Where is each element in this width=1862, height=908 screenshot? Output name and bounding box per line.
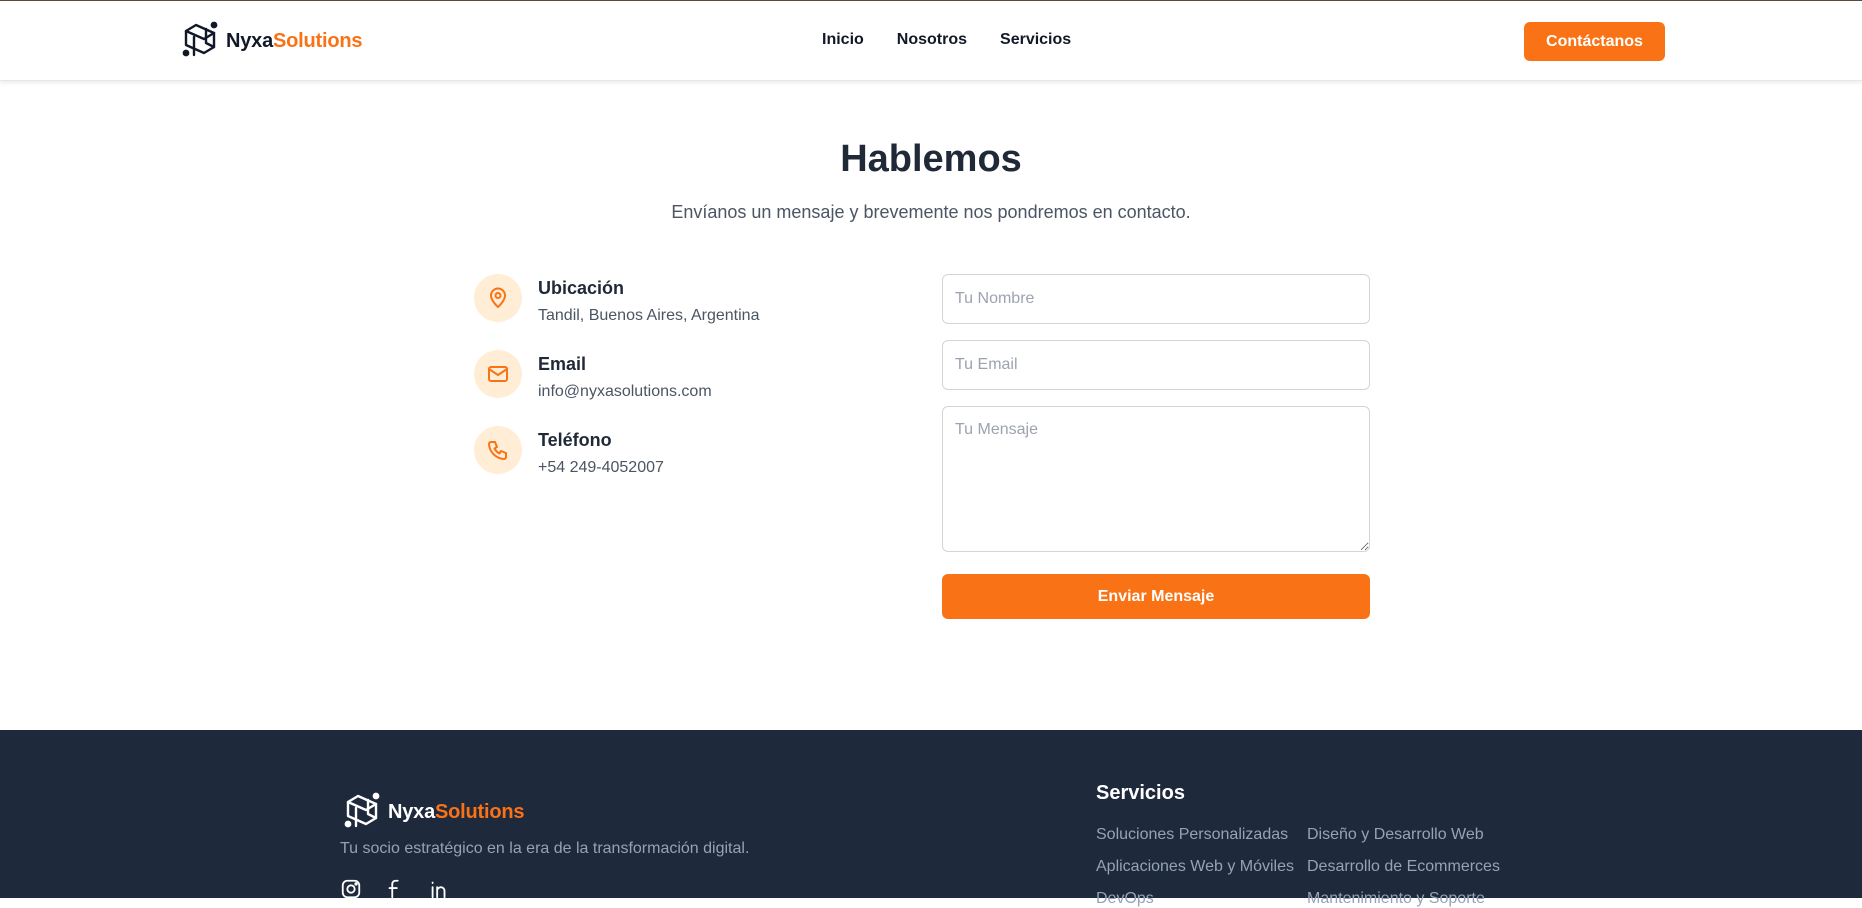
facebook-icon[interactable]: [384, 878, 408, 902]
info-value: info@nyxasolutions.com: [538, 383, 712, 400]
nav-item-inicio[interactable]: Inicio: [822, 31, 864, 49]
footer-service-link[interactable]: Soluciones Personalizadas: [1096, 826, 1288, 844]
info-title: Ubicación: [538, 278, 625, 298]
info-title: Email: [538, 354, 587, 374]
footer-tagline: Tu socio estratégico en la era de la tra…: [340, 840, 750, 857]
nyxa-logo-icon: [182, 21, 218, 57]
instagram-icon[interactable]: [340, 878, 364, 902]
contact-info-email: Email info@nyxasolutions.com: [474, 350, 712, 401]
footer-service-link[interactable]: DevOps: [1096, 890, 1154, 908]
linkedin-icon[interactable]: [428, 878, 452, 902]
footer-services-heading: Servicios: [1096, 782, 1185, 804]
message-textarea[interactable]: [942, 406, 1370, 552]
footer-service-link[interactable]: Mantenimiento y Soporte: [1307, 890, 1485, 908]
info-value: Tandil, Buenos Aires, Argentina: [538, 307, 760, 324]
phone-icon: [474, 426, 522, 474]
footer-service-link[interactable]: Aplicaciones Web y Móviles: [1096, 858, 1294, 876]
info-title: Teléfono: [538, 430, 612, 450]
nav-item-servicios[interactable]: Servicios: [1000, 31, 1071, 49]
footer-brand-logo[interactable]: NyxaSolutions: [342, 792, 525, 832]
send-message-button[interactable]: Enviar Mensaje: [942, 574, 1370, 619]
footer-service-link[interactable]: Desarrollo de Ecommerces: [1307, 858, 1500, 876]
brand-name: NyxaSolutions: [226, 29, 363, 52]
contact-info-location: Ubicación Tandil, Buenos Aires, Argentin…: [474, 274, 759, 325]
site-footer: NyxaSolutions Tu socio estratégico en la…: [0, 730, 1862, 907]
name-input[interactable]: [942, 274, 1370, 324]
nav-item-nosotros[interactable]: Nosotros: [897, 31, 967, 49]
footer-service-link[interactable]: Diseño y Desarrollo Web: [1307, 826, 1484, 844]
info-value: +54 249-4052007: [538, 459, 664, 476]
nyxa-logo-icon: [344, 792, 380, 828]
footer-brand-name: NyxaSolutions: [388, 800, 525, 823]
page-title: Hablemos: [840, 138, 1022, 180]
page-subtitle: Envíanos un mensaje y brevemente nos pon…: [671, 202, 1191, 222]
mail-icon: [474, 350, 522, 398]
social-links: [340, 878, 452, 902]
site-header: NyxaSolutions Inicio Nosotros Servicios …: [0, 1, 1862, 81]
map-pin-icon: [474, 274, 522, 322]
brand-logo[interactable]: NyxaSolutions: [180, 21, 363, 61]
email-input[interactable]: [942, 340, 1370, 390]
contact-cta-button[interactable]: Contáctanos: [1524, 22, 1665, 61]
contact-info-phone: Teléfono +54 249-4052007: [474, 426, 664, 477]
main-nav: Inicio Nosotros Servicios: [822, 31, 1071, 49]
